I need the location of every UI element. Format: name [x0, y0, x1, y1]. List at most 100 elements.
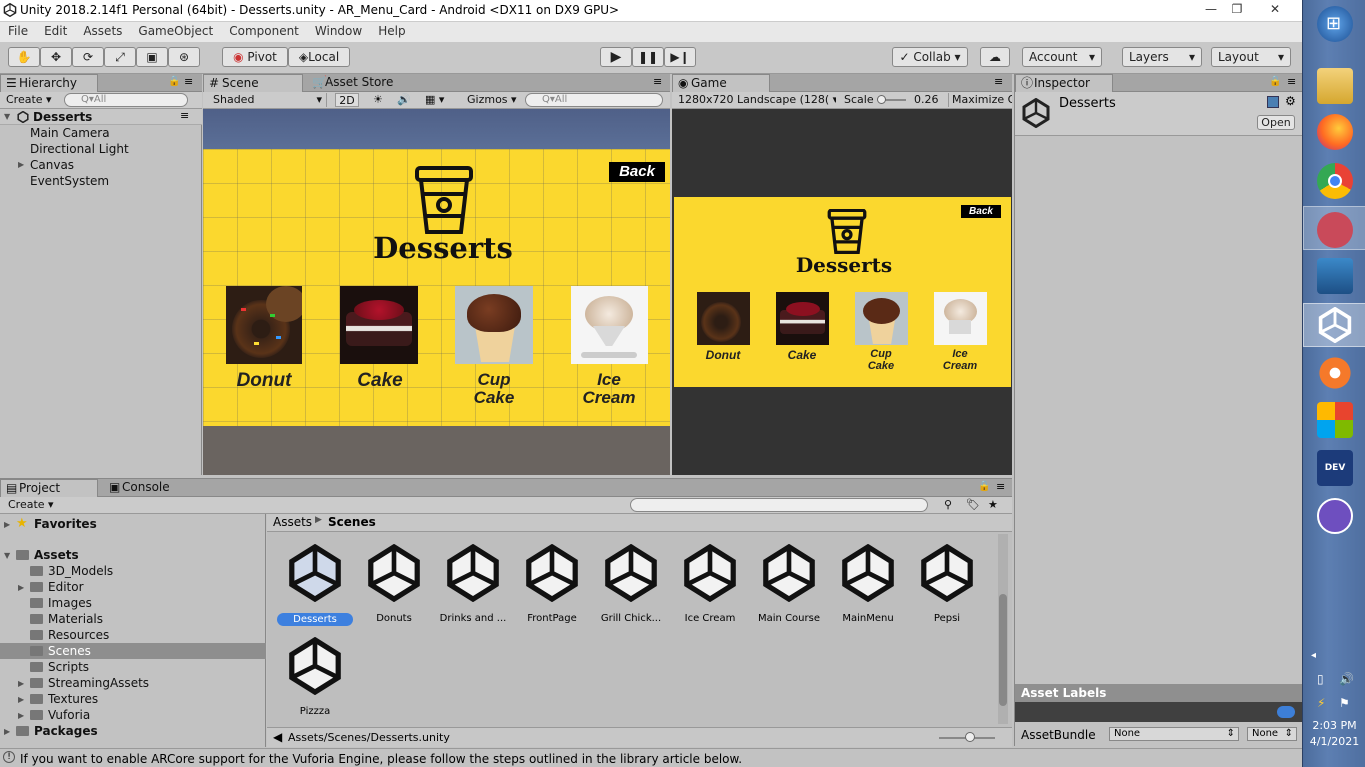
- menu-file[interactable]: File: [0, 22, 36, 38]
- expand-icon[interactable]: ▶: [18, 583, 24, 592]
- panel-menu-icon[interactable]: ≡: [996, 480, 1005, 493]
- pause-button[interactable]: ❚❚: [632, 47, 664, 67]
- devcpp-icon[interactable]: DEV: [1317, 450, 1353, 486]
- folder-images[interactable]: Images: [48, 595, 92, 611]
- game-view-card[interactable]: Back Desserts Donut Cake Cup Cake Ice Crea…: [674, 197, 1011, 387]
- panel-menu-icon[interactable]: ≡: [1287, 75, 1296, 88]
- panel-menu-icon[interactable]: ≡: [184, 75, 193, 88]
- show-hidden-icons[interactable]: ◂: [1311, 650, 1316, 661]
- account-dropdown[interactable]: Account ▾: [1022, 47, 1102, 67]
- scale-tool-icon[interactable]: ⤢: [104, 47, 136, 67]
- step-button[interactable]: ▶❙: [664, 47, 696, 67]
- tab-console[interactable]: ▣ Console: [104, 479, 204, 497]
- lock-icon[interactable]: 🔒: [978, 481, 990, 492]
- scene-asset-item[interactable]: Donuts: [356, 543, 432, 630]
- expand-icon[interactable]: ▼: [4, 551, 10, 560]
- scrollbar[interactable]: [998, 534, 1008, 724]
- maximize-button[interactable]: ❐: [1224, 0, 1250, 18]
- snipping-tool-icon[interactable]: [1317, 212, 1353, 248]
- variant-dropdown[interactable]: None ⇕: [1247, 727, 1297, 741]
- volume-icon[interactable]: 🔊: [1339, 672, 1354, 686]
- status-message[interactable]: If you want to enable ARCore support for…: [20, 752, 742, 766]
- pivot-toggle[interactable]: ◉ Pivot: [222, 47, 288, 67]
- hierarchy-item-canvas[interactable]: Canvas: [30, 157, 74, 173]
- hierarchy-scene-row[interactable]: ▼ Desserts ≡: [0, 109, 202, 125]
- game-back-button[interactable]: Back: [961, 205, 1001, 218]
- tab-asset-store[interactable]: 🛒 Asset Store: [307, 74, 407, 92]
- scene-asset-item[interactable]: Grill Chick...: [593, 543, 669, 630]
- file-explorer-icon[interactable]: [1317, 68, 1353, 104]
- folder-materials[interactable]: Materials: [48, 611, 103, 627]
- move-tool-icon[interactable]: ✥: [40, 47, 72, 67]
- folder-streamingassets[interactable]: StreamingAssets: [48, 675, 149, 691]
- folder-vuforia[interactable]: Vuforia: [48, 707, 90, 723]
- transform-tool-icon[interactable]: ⊛: [168, 47, 200, 67]
- expand-icon[interactable]: ▶: [18, 160, 24, 169]
- blender-icon[interactable]: [1317, 355, 1353, 391]
- scene-asset-item[interactable]: Pepsi: [909, 543, 985, 630]
- hierarchy-item-main-camera[interactable]: Main Camera: [30, 125, 110, 141]
- favorite-star-icon[interactable]: ★: [988, 498, 998, 512]
- menu-help[interactable]: Help: [370, 22, 413, 38]
- scene-asset-item[interactable]: Pizzza: [277, 636, 353, 723]
- panel-menu-icon[interactable]: ≡: [994, 75, 1003, 88]
- clock-time[interactable]: 2:03 PM: [1303, 719, 1365, 732]
- resolution-dropdown[interactable]: 1280x720 Landscape (128( ▾: [678, 93, 836, 107]
- tag-icon[interactable]: [1277, 706, 1295, 718]
- clock-date[interactable]: 4/1/2021: [1303, 735, 1365, 748]
- menu-assets[interactable]: Assets: [75, 22, 130, 38]
- scene-asset-item[interactable]: Main Course: [751, 543, 827, 630]
- gizmos-dropdown[interactable]: Gizmos ▾: [467, 93, 517, 107]
- hierarchy-item-directional-light[interactable]: Directional Light: [30, 141, 129, 157]
- chrome-icon[interactable]: [1317, 163, 1353, 199]
- scene-search-input[interactable]: Q▾All: [525, 93, 663, 107]
- audio-icon[interactable]: 🔊: [397, 93, 411, 107]
- menu-gameobject[interactable]: GameObject: [130, 22, 221, 38]
- tab-hierarchy[interactable]: ☰ Hierarchy: [0, 74, 98, 92]
- panel-menu-icon[interactable]: ≡: [653, 75, 662, 88]
- tab-scene[interactable]: # Scene: [203, 74, 303, 92]
- flag-icon[interactable]: ⚑: [1339, 696, 1350, 710]
- minimize-button[interactable]: —: [1198, 0, 1224, 18]
- folder-resources[interactable]: Resources: [48, 627, 109, 643]
- scale-slider-thumb[interactable]: [877, 95, 886, 104]
- expand-icon[interactable]: ▶: [4, 520, 10, 529]
- menu-component[interactable]: Component: [221, 22, 307, 38]
- project-create-dropdown[interactable]: Create ▾: [8, 498, 54, 512]
- breadcrumb-assets[interactable]: Assets: [273, 515, 312, 529]
- assets-label[interactable]: Assets: [34, 547, 79, 563]
- expand-icon[interactable]: ▼: [4, 112, 10, 121]
- cloud-icon[interactable]: ☁: [980, 47, 1010, 67]
- assetbundle-dropdown[interactable]: None ⇕: [1109, 727, 1239, 741]
- expand-icon[interactable]: ▶: [18, 695, 24, 704]
- hierarchy-create-dropdown[interactable]: Create ▾: [6, 93, 52, 107]
- layout-dropdown[interactable]: Layout ▾: [1211, 47, 1291, 67]
- expand-icon[interactable]: ▶: [4, 727, 10, 736]
- media-icon[interactable]: [1317, 258, 1353, 294]
- scene-asset-item[interactable]: Desserts: [277, 543, 353, 630]
- lighting-icon[interactable]: ☀: [373, 93, 383, 107]
- scene-menu-icon[interactable]: ≡: [180, 109, 189, 122]
- lock-icon[interactable]: 🔒: [1269, 76, 1281, 87]
- collab-dropdown[interactable]: ✓ Collab ▾: [892, 47, 968, 67]
- close-button[interactable]: ✕: [1252, 0, 1298, 18]
- scene-viewport[interactable]: Back Desserts Donut Cake Cup Cake Ice Cr…: [203, 109, 670, 475]
- maximize-on-play-toggle[interactable]: Maximize O: [948, 93, 1012, 107]
- scene-asset-item[interactable]: Ice Cream: [672, 543, 748, 630]
- expand-icon[interactable]: ▶: [18, 711, 24, 720]
- icon-size-slider-thumb[interactable]: [965, 732, 975, 742]
- expand-icon[interactable]: ▶: [18, 679, 24, 688]
- breadcrumb-scenes[interactable]: Scenes: [328, 515, 376, 529]
- gear-icon[interactable]: ⚙: [1285, 94, 1296, 108]
- folder-scripts[interactable]: Scripts: [48, 659, 89, 675]
- mode-2d-toggle[interactable]: 2D: [335, 93, 359, 107]
- lock-icon[interactable]: 🔒: [168, 76, 180, 87]
- filter-type-icon[interactable]: ⚲: [944, 498, 952, 512]
- rotate-tool-icon[interactable]: ⟳: [72, 47, 104, 67]
- scene-asset-item[interactable]: MainMenu: [830, 543, 906, 630]
- network-icon[interactable]: ⚡: [1317, 696, 1325, 710]
- favorites-label[interactable]: Favorites: [34, 516, 97, 532]
- help-icon[interactable]: [1267, 96, 1279, 108]
- scrollbar-thumb[interactable]: [999, 594, 1007, 706]
- play-button[interactable]: ▶: [600, 47, 632, 67]
